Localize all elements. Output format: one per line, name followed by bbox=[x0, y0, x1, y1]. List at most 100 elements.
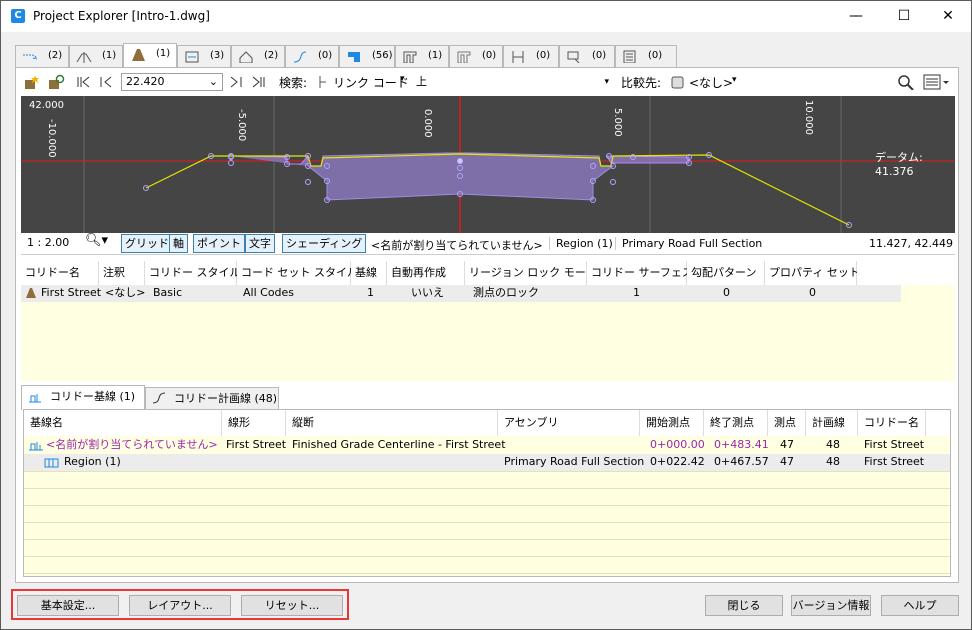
row-divider bbox=[24, 556, 950, 557]
tab-point-groups[interactable]: (0) bbox=[615, 45, 677, 67]
cell-start: 0+000.00 bbox=[650, 438, 705, 451]
assembly-name: Primary Road Full Section bbox=[615, 237, 762, 250]
coordinates-readout: 11.427, 42.449 bbox=[869, 237, 953, 250]
column-header[interactable]: コリドー サーフェス bbox=[587, 261, 693, 285]
tab-count: (0) bbox=[648, 50, 663, 61]
column-header[interactable]: 計画線 bbox=[806, 410, 858, 436]
pressure-pipe-icon bbox=[457, 51, 471, 63]
layout-button[interactable]: レイアウト... bbox=[129, 595, 231, 616]
tab-corridors[interactable]: (1) bbox=[123, 43, 177, 68]
cell-stations: 47 bbox=[780, 438, 794, 451]
column-header[interactable]: 縦断 bbox=[286, 410, 498, 436]
search-label: 検索: bbox=[279, 76, 308, 90]
tab-corridor-baselines[interactable]: コリドー基線 (1) bbox=[21, 385, 145, 410]
zoom-search-icon[interactable] bbox=[897, 74, 915, 90]
tab-sample-lines[interactable]: (0) bbox=[503, 45, 559, 67]
row-divider bbox=[24, 522, 950, 523]
maximize-button[interactable]: ☐ bbox=[881, 1, 927, 32]
window-title: Project Explorer [Intro-1.dwg] bbox=[33, 9, 210, 23]
help-button[interactable]: ヘルプ bbox=[881, 595, 959, 616]
table-row[interactable]: First Street <なし> Basic All Codes 1 いいえ … bbox=[21, 285, 901, 302]
compare-object-icon bbox=[671, 76, 684, 89]
column-header[interactable]: 基線 bbox=[351, 261, 387, 285]
cell-region-name: Region (1) bbox=[64, 455, 121, 468]
column-header[interactable]: 線形 bbox=[222, 410, 286, 436]
axis-toggle[interactable]: 軸 bbox=[169, 234, 188, 253]
search-value-dropdown[interactable]: 上 ▾ bbox=[411, 73, 613, 91]
column-header[interactable]: アセンブリ bbox=[498, 410, 640, 436]
close-button[interactable]: 閉じる bbox=[705, 595, 783, 616]
point-group-icon bbox=[623, 50, 636, 63]
view-menu-icon[interactable] bbox=[923, 74, 951, 90]
new-star-icon[interactable] bbox=[23, 74, 41, 90]
search-field-dropdown[interactable]: リンク コード bbox=[333, 74, 409, 91]
column-header[interactable]: プロパティ セット bbox=[765, 261, 860, 285]
column-header[interactable]: 勾配パターン bbox=[687, 261, 765, 285]
section-viewer[interactable]: 42.000 -10.000 -5.000 0.000 5.000 10.000… bbox=[21, 96, 955, 233]
column-header[interactable]: コリドー スタイル bbox=[145, 261, 241, 285]
point-toggle[interactable]: ポイント bbox=[193, 234, 245, 253]
cell-lock: 測点のロック bbox=[473, 286, 539, 299]
assembly-icon bbox=[76, 52, 92, 63]
corridor-icon bbox=[26, 288, 36, 298]
previous-station-icon[interactable] bbox=[97, 74, 115, 90]
tab-pipes[interactable]: (56) bbox=[339, 45, 395, 67]
refresh-icon[interactable] bbox=[47, 74, 65, 90]
parcel-icon bbox=[567, 51, 580, 63]
tab-structures[interactable]: (1) bbox=[395, 45, 449, 67]
x-tick-label: -10.000 bbox=[46, 119, 57, 158]
text-toggle[interactable]: 文字 bbox=[245, 234, 275, 253]
close-window-button[interactable]: ✕ bbox=[925, 1, 971, 32]
tab-feature-lines[interactable]: (3) bbox=[177, 45, 231, 67]
tab-profiles[interactable]: (0) bbox=[285, 45, 339, 67]
compare-dropdown[interactable]: <なし> bbox=[689, 74, 733, 91]
column-header[interactable]: 終了測点 bbox=[704, 410, 768, 436]
baseline-icon bbox=[29, 442, 43, 451]
tab-surfaces[interactable]: (2) bbox=[231, 45, 285, 67]
viewer-status-bar: 1 : 2.00 🔍︎▾ グリッド 軸 ポイント 文字 シェーディング <名前が… bbox=[21, 233, 955, 255]
cell-slope: 0 bbox=[723, 286, 730, 299]
tab-corridor-feature-lines[interactable]: コリドー計画線 (48) bbox=[145, 387, 279, 409]
column-header[interactable]: 測点 bbox=[768, 410, 806, 436]
tab-alignments[interactable]: (2) bbox=[15, 45, 69, 67]
grid-toggle[interactable]: グリッド bbox=[121, 234, 173, 253]
tab-parcels[interactable]: (0) bbox=[559, 45, 615, 67]
column-header[interactable]: コリドー名 bbox=[858, 410, 926, 436]
table-row[interactable]: <名前が割り当てられていません> First Street Finished G… bbox=[24, 437, 950, 454]
tab-count: (3) bbox=[210, 50, 225, 61]
tab-count: (56) bbox=[372, 50, 393, 61]
column-header[interactable]: 注釈 bbox=[99, 261, 145, 285]
column-header[interactable]: 基線名 bbox=[24, 410, 222, 436]
settings-button[interactable]: 基本設定... bbox=[17, 595, 119, 616]
first-station-icon[interactable] bbox=[75, 74, 93, 90]
tab-assemblies[interactable]: (1) bbox=[69, 45, 123, 67]
cell-surface: 1 bbox=[633, 286, 640, 299]
row-divider bbox=[24, 488, 950, 489]
table-row[interactable]: Region (1) Primary Road Full Section 0+0… bbox=[24, 454, 950, 471]
next-station-icon[interactable] bbox=[229, 74, 247, 90]
minimize-button[interactable]: — bbox=[833, 1, 879, 32]
reset-button[interactable]: リセット... bbox=[241, 595, 343, 616]
project-explorer-window: C Project Explorer [Intro-1.dwg] — ☐ ✕ (… bbox=[0, 0, 972, 630]
tab-count: (2) bbox=[264, 50, 279, 61]
shading-toggle[interactable]: シェーディング bbox=[282, 234, 367, 253]
civil3d-app-icon: C bbox=[11, 9, 25, 23]
column-header[interactable]: リージョン ロック モード bbox=[465, 261, 597, 285]
tab-pressure-pipes[interactable]: (0) bbox=[449, 45, 503, 67]
row-divider bbox=[24, 505, 950, 506]
last-station-icon[interactable] bbox=[251, 74, 269, 90]
chevron-down-icon: ⌄ bbox=[208, 75, 218, 88]
version-button[interactable]: バージョン情報 bbox=[791, 595, 871, 616]
column-header[interactable]: コード セット スタイル bbox=[237, 261, 358, 285]
tab-label: コリドー計画線 (48) bbox=[174, 392, 278, 405]
column-header[interactable]: コリドー名 bbox=[21, 261, 99, 285]
cell-profile: Finished Grade Centerline - First Street bbox=[292, 438, 506, 451]
zoom-icon[interactable]: 🔍︎▾ bbox=[85, 233, 108, 248]
cell-corridor: First Street bbox=[864, 455, 925, 468]
cell-baseline: 1 bbox=[367, 286, 374, 299]
column-header[interactable]: 開始測点 bbox=[640, 410, 704, 436]
scale-value: 1 : 2.00 bbox=[27, 236, 70, 249]
chevron-down-icon: ▾ bbox=[604, 77, 609, 87]
column-header[interactable]: 自動再作成 bbox=[387, 261, 465, 285]
station-dropdown[interactable]: 22.420 ⌄ bbox=[121, 73, 223, 91]
